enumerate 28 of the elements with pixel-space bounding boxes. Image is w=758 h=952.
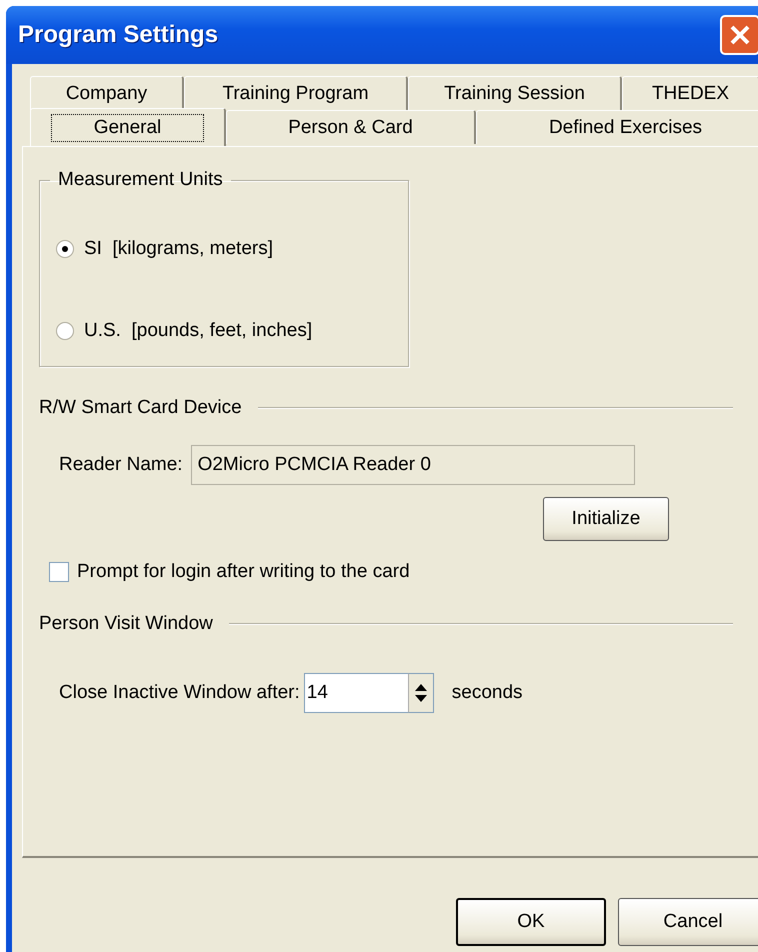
section-title: R/W Smart Card Device [39, 397, 242, 419]
dialog-button[interactable]: OK [456, 898, 606, 946]
tab[interactable]: THEDEX [622, 76, 758, 110]
reader-name-field[interactable]: O2Micro PCMCIA Reader 0 [190, 445, 635, 485]
unit-label: seconds [452, 682, 523, 704]
field-label: Reader Name: [59, 454, 183, 476]
radio-button[interactable] [56, 322, 74, 340]
close-button[interactable] [720, 15, 758, 55]
initialize-button[interactable]: Initialize [543, 497, 669, 541]
tab[interactable]: Company [30, 76, 184, 110]
checkbox-label: Prompt for login after writing to the card [77, 561, 410, 583]
section-title: Person Visit Window [39, 613, 213, 635]
checkbox[interactable] [49, 562, 69, 582]
seconds-field[interactable]: 14 [304, 673, 408, 713]
tab[interactable]: Defined Exercises [476, 110, 758, 144]
radio-label: U.S. [pounds, feet, inches] [84, 320, 312, 342]
group-title: Measurement Units [57, 169, 224, 191]
close-icon [729, 24, 751, 46]
tab[interactable]: General [30, 108, 226, 146]
dialog-button[interactable]: Cancel [618, 898, 758, 946]
radio-button[interactable] [56, 240, 74, 258]
window-title: Program Settings [18, 21, 218, 49]
spinner-arrows-icon[interactable] [408, 673, 434, 713]
field-label: Close Inactive Window after: [59, 682, 300, 704]
tab[interactable]: Person & Card [226, 110, 476, 144]
tab[interactable]: Training Session [408, 76, 622, 110]
radio-label: SI [kilograms, meters] [84, 238, 273, 260]
tab[interactable]: Training Program [184, 76, 408, 110]
